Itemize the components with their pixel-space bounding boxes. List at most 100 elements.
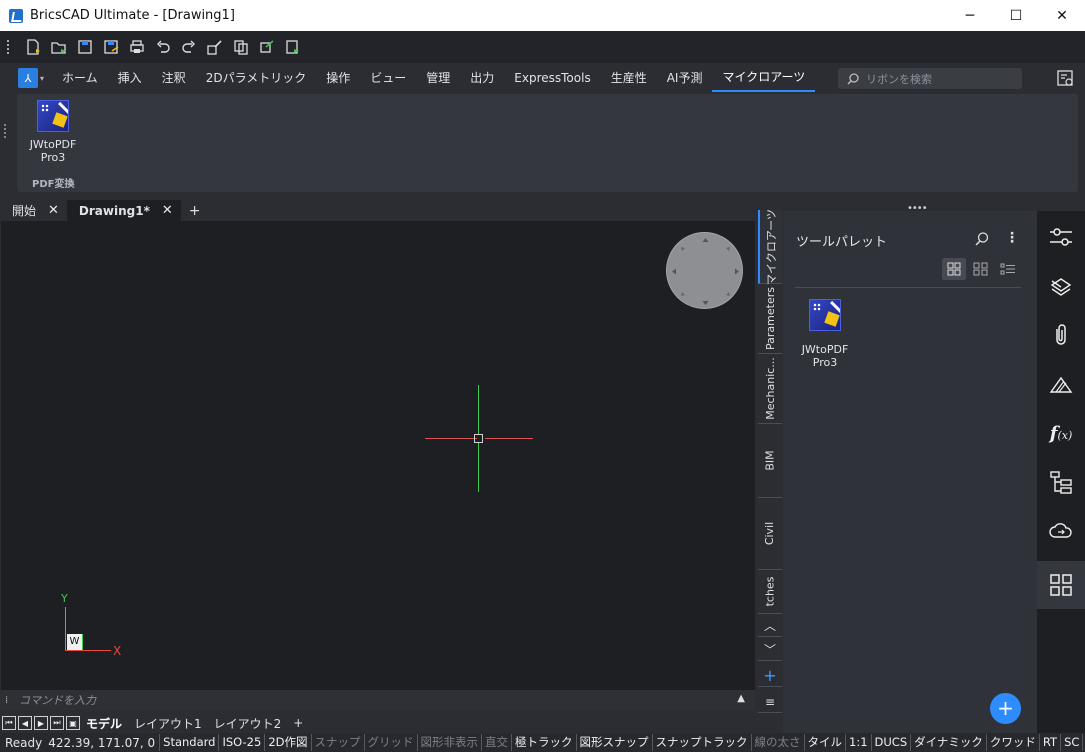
ribbon-tab-ai-predict[interactable]: AI予測 [657, 64, 713, 92]
command-line-grip[interactable]: ⁞ [5, 695, 13, 706]
new-file-button[interactable] [20, 34, 46, 60]
tool-palettes-panel-button[interactable] [1037, 561, 1085, 609]
jwtopdf-pro3-button[interactable]: JWtoPDF Pro3 [27, 100, 79, 164]
status-toggle[interactable]: 1:1 [845, 734, 871, 751]
undo-button[interactable] [150, 34, 176, 60]
ribbon-search-input[interactable]: リボンを検索 [838, 68, 1022, 89]
close-icon[interactable]: ✕ [162, 203, 173, 218]
ribbon-tab-microarts[interactable]: マイクロアーツ [712, 64, 816, 92]
add-tool-button[interactable]: + [990, 693, 1021, 724]
add-palette-button[interactable]: + [758, 665, 782, 687]
status-toggle[interactable]: ISO-25 [218, 734, 264, 751]
ribbon-settings-icon[interactable] [1055, 68, 1075, 88]
palette-tab-parameters[interactable]: Parameters [758, 284, 782, 354]
palette-menu-button[interactable]: ≡ [758, 691, 782, 713]
palette-scroll-up-button[interactable]: ︿ [758, 615, 782, 637]
ribbon-tab-expresstools[interactable]: ExpressTools [504, 64, 600, 92]
add-layout-button[interactable]: + [287, 716, 309, 730]
application-menu-icon[interactable]: ⅄ [18, 68, 38, 88]
close-button[interactable]: ✕ [1039, 0, 1085, 31]
cloud-panel-button[interactable] [1037, 507, 1085, 555]
tab-start[interactable]: 開始 ✕ [0, 200, 67, 221]
save-button[interactable] [72, 34, 98, 60]
copy-button[interactable] [228, 34, 254, 60]
palette-scroll-down-button[interactable]: ﹀ [758, 639, 782, 661]
palette-tab-label: BIM [763, 450, 777, 471]
layers-panel-button[interactable] [1037, 262, 1085, 310]
palette-tab-bim[interactable]: BIM [758, 424, 782, 498]
status-toggle[interactable]: スナップトラック [651, 734, 751, 751]
open-file-button[interactable] [46, 34, 72, 60]
first-layout-button[interactable]: ⏮ [2, 716, 16, 730]
new-tab-button[interactable]: + [181, 203, 209, 219]
status-toggle[interactable]: 線の太さ [750, 734, 804, 751]
command-line[interactable]: ⁞ コマンドを入力 ▲ [0, 690, 755, 710]
expressions-panel-button[interactable]: f(x) [1037, 409, 1085, 457]
status-toggle[interactable]: クワッド [985, 734, 1039, 751]
more-options-icon[interactable]: ⋮ [1005, 230, 1019, 246]
palette-tab-sketches[interactable]: tches [758, 570, 782, 614]
properties-panel-button[interactable] [1037, 213, 1085, 261]
previous-layout-button[interactable]: ◀ [18, 716, 32, 730]
small-icons-view-button[interactable] [969, 258, 993, 280]
tab-layout2[interactable]: レイアウト2 [208, 715, 288, 732]
status-toggle[interactable]: 2D作図 [264, 734, 310, 751]
large-icons-view-button[interactable] [942, 258, 966, 280]
navigation-wheel[interactable] [666, 232, 743, 309]
status-toggle[interactable]: グリッド [363, 734, 417, 751]
structure-panel-button[interactable] [1037, 458, 1085, 506]
status-toggle[interactable]: RT [1038, 734, 1060, 751]
share-button[interactable] [254, 34, 280, 60]
drawing-canvas[interactable]: Y X W [1, 221, 755, 690]
toolbar-grip[interactable] [7, 40, 10, 54]
ribbon-grip[interactable] [4, 124, 7, 138]
maximize-button[interactable]: ☐ [993, 0, 1039, 31]
list-view-button[interactable] [996, 258, 1020, 280]
layout-list-button[interactable]: ▣ [66, 716, 80, 730]
attachments-panel-button[interactable] [1037, 311, 1085, 359]
search-icon[interactable] [974, 231, 990, 247]
ribbon-tab-manage[interactable]: 管理 [416, 64, 460, 92]
sheet-sets-panel-button[interactable] [1037, 360, 1085, 408]
match-properties-button[interactable] [202, 34, 228, 60]
layout-tab-bar: ⏮ ◀ ▶ ⏭ ▣ モデル レイアウト1 レイアウト2 + [0, 713, 755, 733]
palette-tab-mechanical[interactable]: Mechanic... [758, 354, 782, 424]
status-toggle[interactable]: DUCS [870, 734, 911, 751]
status-toggle[interactable]: タイル [803, 734, 846, 751]
status-toggle[interactable]: 図形非表示 [416, 734, 482, 751]
ribbon-tab-output[interactable]: 出力 [460, 64, 504, 92]
status-toggle[interactable]: スナップ [310, 734, 364, 751]
ribbon-tab-productivity[interactable]: 生産性 [601, 64, 657, 92]
ribbon-tab-annotate[interactable]: 注釈 [152, 64, 196, 92]
status-toggle[interactable]: 極トラック [511, 734, 576, 751]
status-toggle[interactable]: 図形スナップ [575, 734, 652, 751]
tab-layout1[interactable]: レイアウト1 [128, 715, 208, 732]
ribbon-tab-insert[interactable]: 挿入 [108, 64, 152, 92]
export-button[interactable] [280, 34, 306, 60]
ribbon-tab-modify[interactable]: 操作 [316, 64, 360, 92]
palette-grip[interactable]: •••• [907, 203, 928, 214]
tab-drawing1[interactable]: Drawing1* ✕ [66, 200, 181, 221]
save-as-button[interactable] [98, 34, 124, 60]
minimize-button[interactable]: ─ [947, 0, 993, 31]
status-toggle[interactable]: 直交 [481, 734, 511, 751]
command-input[interactable]: コマンドを入力 [19, 692, 96, 708]
last-layout-button[interactable]: ⏭ [50, 716, 64, 730]
next-layout-button[interactable]: ▶ [34, 716, 48, 730]
chevron-down-icon[interactable]: ▾ [40, 74, 44, 83]
tab-model[interactable]: モデル [80, 715, 128, 732]
command-history-toggle[interactable]: ▲ [737, 693, 745, 704]
close-icon[interactable]: ✕ [48, 203, 59, 218]
status-toggle[interactable]: ダイナミック [910, 734, 986, 751]
redo-button[interactable] [176, 34, 202, 60]
cursor-coordinates[interactable]: 422.39, 171.07, 0 [48, 736, 159, 750]
print-button[interactable] [124, 34, 150, 60]
palette-tab-civil[interactable]: Civil [758, 498, 782, 570]
ribbon-tab-home[interactable]: ホーム [52, 64, 108, 92]
palette-tab-microarts[interactable]: マイクロアーツ [758, 209, 782, 284]
status-toggle[interactable]: Standard [159, 734, 218, 751]
ribbon-tab-parametric[interactable]: 2Dパラメトリック [196, 64, 317, 92]
palette-tool-jwtopdf[interactable]: JWtoPDF Pro3 [797, 299, 853, 369]
status-toggle[interactable]: SC [1060, 734, 1082, 751]
ribbon-tab-view[interactable]: ビュー [360, 64, 416, 92]
